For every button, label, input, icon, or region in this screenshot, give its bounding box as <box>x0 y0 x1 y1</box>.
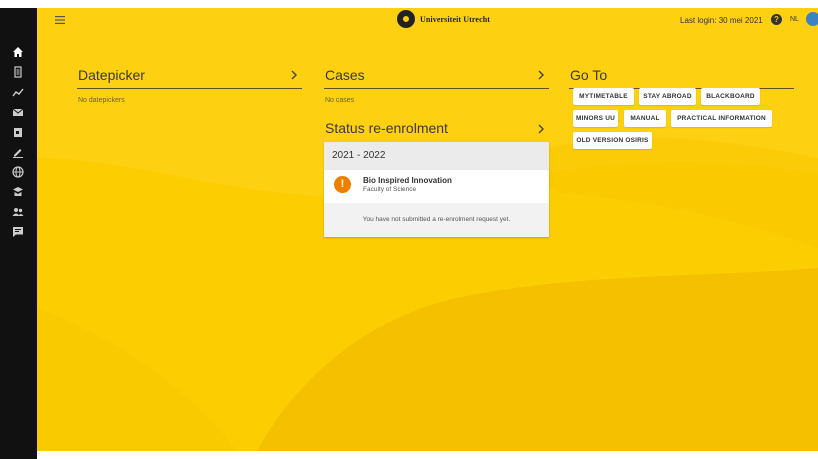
top-bar: Universiteit Utrecht Last login: 30 mei … <box>37 8 818 34</box>
logo-text: Universiteit Utrecht <box>420 14 491 24</box>
datepicker-title: Datepicker <box>78 67 145 83</box>
reenrolment-chevron-right-icon[interactable] <box>537 124 545 134</box>
calendar-icon[interactable] <box>10 124 26 140</box>
datepicker-divider <box>77 88 302 89</box>
datepicker-empty-text: No datepickers <box>78 97 125 104</box>
reenrolment-message: You have not submitted a re-enrolment re… <box>324 203 549 237</box>
faculty-name: Faculty of Science <box>363 186 417 193</box>
cases-empty-text: No cases <box>325 97 355 104</box>
mail-icon[interactable] <box>10 104 26 120</box>
globe-icon[interactable] <box>10 164 26 180</box>
edit-icon[interactable] <box>10 144 26 160</box>
menu-icon[interactable] <box>54 14 66 26</box>
cases-divider <box>324 88 549 89</box>
progress-chart-icon[interactable] <box>10 84 26 100</box>
datepicker-chevron-right-icon[interactable] <box>290 70 298 80</box>
cases-chevron-right-icon[interactable] <box>537 70 545 80</box>
last-login-text: Last login: 30 mei 2021 <box>680 16 763 25</box>
programme-row[interactable]: ! Bio Inspired Innovation Faculty of Sci… <box>324 170 549 203</box>
goto-link-manual[interactable]: MANUAL <box>624 110 666 127</box>
seal-icon <box>397 10 415 28</box>
language-switch[interactable]: NL <box>790 16 799 23</box>
goto-link-blackboard[interactable]: BLACKBOARD <box>701 88 760 105</box>
help-icon[interactable]: ? <box>771 14 782 25</box>
goto-title: Go To <box>570 67 608 83</box>
graduation-icon[interactable] <box>10 184 26 200</box>
feedback-icon[interactable] <box>10 224 26 240</box>
warning-icon: ! <box>334 176 351 193</box>
list-icon[interactable] <box>10 64 26 80</box>
goto-link-practical-information[interactable]: PRACTICAL INFORMATION <box>671 110 772 127</box>
side-navigation-rail <box>0 8 37 459</box>
group-icon[interactable] <box>10 204 26 220</box>
goto-link-minors-uu[interactable]: MINORS UU <box>573 110 618 127</box>
goto-link-stay-abroad[interactable]: STAY ABROAD <box>639 88 696 105</box>
reenrolment-card[interactable]: 2021 - 2022 ! Bio Inspired Innovation Fa… <box>324 142 549 237</box>
reenrolment-title: Status re-enrolment <box>325 120 448 136</box>
university-logo[interactable]: Universiteit Utrecht <box>397 10 490 28</box>
programme-name: Bio Inspired Innovation <box>363 176 452 185</box>
goto-link-old-version-osiris[interactable]: OLD VERSION OSIRIS <box>573 132 652 149</box>
academic-year: 2021 - 2022 <box>324 142 549 170</box>
avatar[interactable] <box>806 12 818 26</box>
home-icon[interactable] <box>10 44 26 60</box>
goto-link-mytimetable[interactable]: MYTIMETABLE <box>573 88 634 105</box>
cases-title: Cases <box>325 67 365 83</box>
app-frame: Universiteit Utrecht Last login: 30 mei … <box>0 8 818 459</box>
dashboard-area: Universiteit Utrecht Last login: 30 mei … <box>37 8 818 451</box>
